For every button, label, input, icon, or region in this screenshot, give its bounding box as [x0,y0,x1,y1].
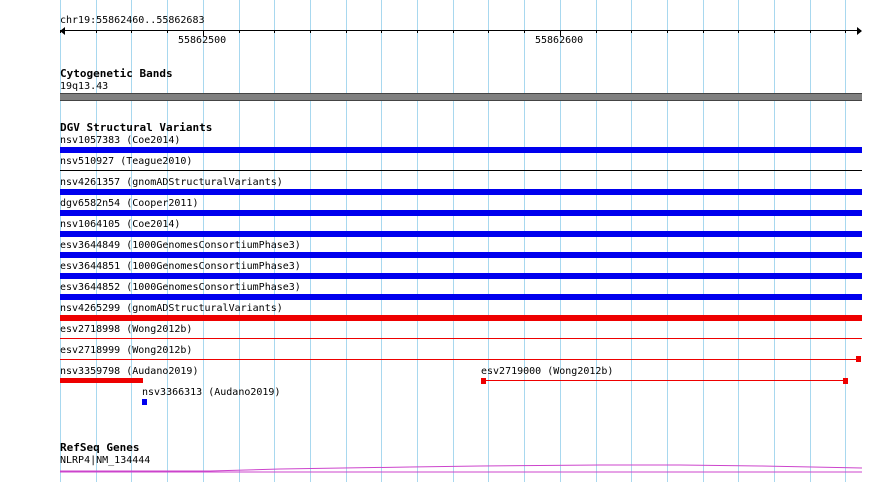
grid-line [596,0,597,482]
scroll-right-icon[interactable] [857,27,862,35]
feature-end-cap[interactable] [856,356,861,362]
feature-bar[interactable] [60,252,862,258]
ruler-tick [845,30,846,33]
feature-label[interactable]: nsv510927 (Teague2010) [60,156,192,167]
coordinate-label: chr19:55862460..55862683 [60,15,205,26]
grid-line [845,0,846,482]
ruler-tick [131,30,132,33]
grid-line [524,0,525,482]
band-label: 19q13.43 [60,81,109,92]
feature-line[interactable] [60,359,860,360]
feature-bar[interactable] [60,273,862,279]
grid-line [810,0,811,482]
feature-label[interactable]: nsv4261357 (gnomADStructuralVariants) [60,177,283,188]
ruler-tick [774,30,775,33]
feature-label[interactable]: nsv1057383 (Coe2014) [60,135,180,146]
track-title-cytobands[interactable]: Cytogenetic Bands [60,68,173,80]
feature-label[interactable]: nsv4265299 (gnomADStructuralVariants) [60,303,283,314]
feature-label[interactable]: dgv6582n54 (Cooper2011) [60,198,198,209]
feature-label[interactable]: esv2718998 (Wong2012b) [60,324,192,335]
grid-line [774,0,775,482]
feature-bar[interactable] [60,210,862,216]
ruler-tick [239,30,240,33]
ruler-tick [524,30,525,33]
grid-line [453,0,454,482]
feature-bar[interactable] [60,231,862,237]
grid-line [667,0,668,482]
feature-label[interactable]: esv3644849 (1000GenomesConsortiumPhase3) [60,240,301,251]
ruler-tick-label: 55862600 [535,35,584,46]
grid-line [310,0,311,482]
ruler-tick [596,30,597,33]
grid-line [488,0,489,482]
feature-label[interactable]: esv2719000 (Wong2012b) [481,366,613,377]
ruler-tick [274,30,275,33]
feature-bar[interactable] [60,147,862,153]
feature-line[interactable] [484,380,846,381]
gene-model[interactable] [60,462,862,474]
feature-bar[interactable] [60,294,862,300]
feature-line[interactable] [60,170,862,171]
feature-bar[interactable] [60,189,862,195]
grid-line [346,0,347,482]
ruler-tick [667,30,668,33]
feature-line[interactable] [60,338,862,339]
ruler-tick [488,30,489,33]
ruler-tick [703,30,704,33]
track-title-dgv[interactable]: DGV Structural Variants [60,122,212,134]
ruler-tick [631,30,632,33]
grid-line [738,0,739,482]
ruler-line [60,30,861,31]
feature-end-cap[interactable] [843,378,848,384]
feature-label[interactable]: esv3644852 (1000GenomesConsortiumPhase3) [60,282,301,293]
feature-bar[interactable] [60,315,862,321]
feature-label[interactable]: esv3644851 (1000GenomesConsortiumPhase3) [60,261,301,272]
ruler-tick [60,30,61,33]
ruler-tick [96,30,97,33]
feature-label[interactable]: esv2718999 (Wong2012b) [60,345,192,356]
ruler-tick [738,30,739,33]
ruler-tick [346,30,347,33]
ruler-tick [167,30,168,33]
grid-line [560,0,561,482]
feature-start-cap[interactable] [481,378,486,384]
feature-bar[interactable] [142,399,147,405]
ruler-tick [310,30,311,33]
cytoband-bar[interactable] [60,93,862,101]
feature-label[interactable]: nsv3366313 (Audano2019) [142,387,280,398]
feature-label[interactable]: nsv3359798 (Audano2019) [60,366,198,377]
track-title-refseq[interactable]: RefSeq Genes [60,442,139,454]
grid-line [417,0,418,482]
ruler-tick [381,30,382,33]
feature-label[interactable]: nsv1064105 (Coe2014) [60,219,180,230]
ruler-tick [810,30,811,33]
ruler-tick-label: 55862500 [178,35,227,46]
ruler-tick [417,30,418,33]
grid-line [631,0,632,482]
ruler-tick [453,30,454,33]
grid-line [381,0,382,482]
grid-line [703,0,704,482]
feature-bar[interactable] [60,378,143,383]
